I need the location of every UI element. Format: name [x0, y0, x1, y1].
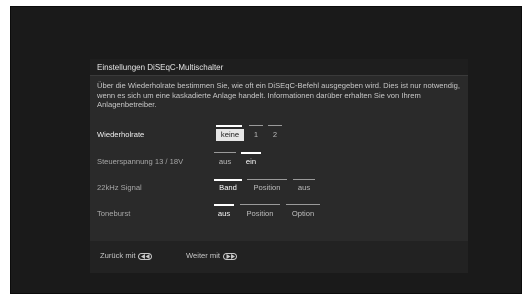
option-indicator-position: [247, 179, 287, 180]
option-steuerspannung-ein[interactable]: ein: [241, 157, 261, 167]
back-hint[interactable]: Zurück mit: [100, 251, 153, 261]
option-indicator-keine: [216, 125, 242, 127]
option-indicator-1: [249, 125, 263, 126]
option-indicator-2: [268, 125, 282, 126]
option-22khz-band[interactable]: Band: [214, 183, 242, 193]
option-wiederholrate-1[interactable]: 1: [249, 130, 263, 140]
option-indicator-band: [214, 179, 242, 181]
option-indicator-aus: [214, 152, 236, 153]
option-toneburst-position[interactable]: Position: [240, 209, 280, 219]
setting-label-wiederholrate: Wiederholrate: [97, 130, 145, 139]
setting-label-steuerspannung: Steuerspannung 13 / 18V: [97, 157, 184, 166]
option-wiederholrate-2[interactable]: 2: [268, 130, 282, 140]
back-label: Zurück mit: [100, 251, 136, 260]
option-indicator-position-toneburst: [240, 204, 280, 205]
option-toneburst-option[interactable]: Option: [286, 209, 320, 219]
dialog-description: Über die Wiederholrate bestimmen Sie, wi…: [97, 81, 460, 110]
setting-label-22khz-signal: 22kHz Signal: [97, 183, 142, 192]
option-indicator-option: [286, 204, 320, 205]
option-22khz-aus[interactable]: aus: [293, 183, 315, 193]
next-hint[interactable]: Weiter mit: [186, 251, 238, 261]
tv-screen: Einstellungen DiSEqC-Multischalter Über …: [10, 6, 522, 294]
dialog-footer: Zurück mit Weiter mit: [90, 241, 468, 273]
rewind-icon: [138, 252, 153, 260]
dialog-title: Einstellungen DiSEqC-Multischalter: [90, 59, 468, 76]
option-22khz-position[interactable]: Position: [247, 183, 287, 193]
diseqc-settings-dialog: Einstellungen DiSEqC-Multischalter Über …: [90, 59, 468, 273]
next-label: Weiter mit: [186, 251, 221, 260]
option-indicator-aus-22khz: [293, 179, 315, 180]
option-wiederholrate-keine[interactable]: keine: [216, 129, 244, 141]
fast-forward-icon: [223, 252, 238, 260]
option-indicator-aus-toneburst: [214, 204, 234, 206]
option-toneburst-aus[interactable]: aus: [214, 209, 234, 219]
option-indicator-ein: [241, 152, 261, 154]
setting-label-toneburst: Toneburst: [97, 209, 131, 218]
option-steuerspannung-aus[interactable]: aus: [214, 157, 236, 167]
